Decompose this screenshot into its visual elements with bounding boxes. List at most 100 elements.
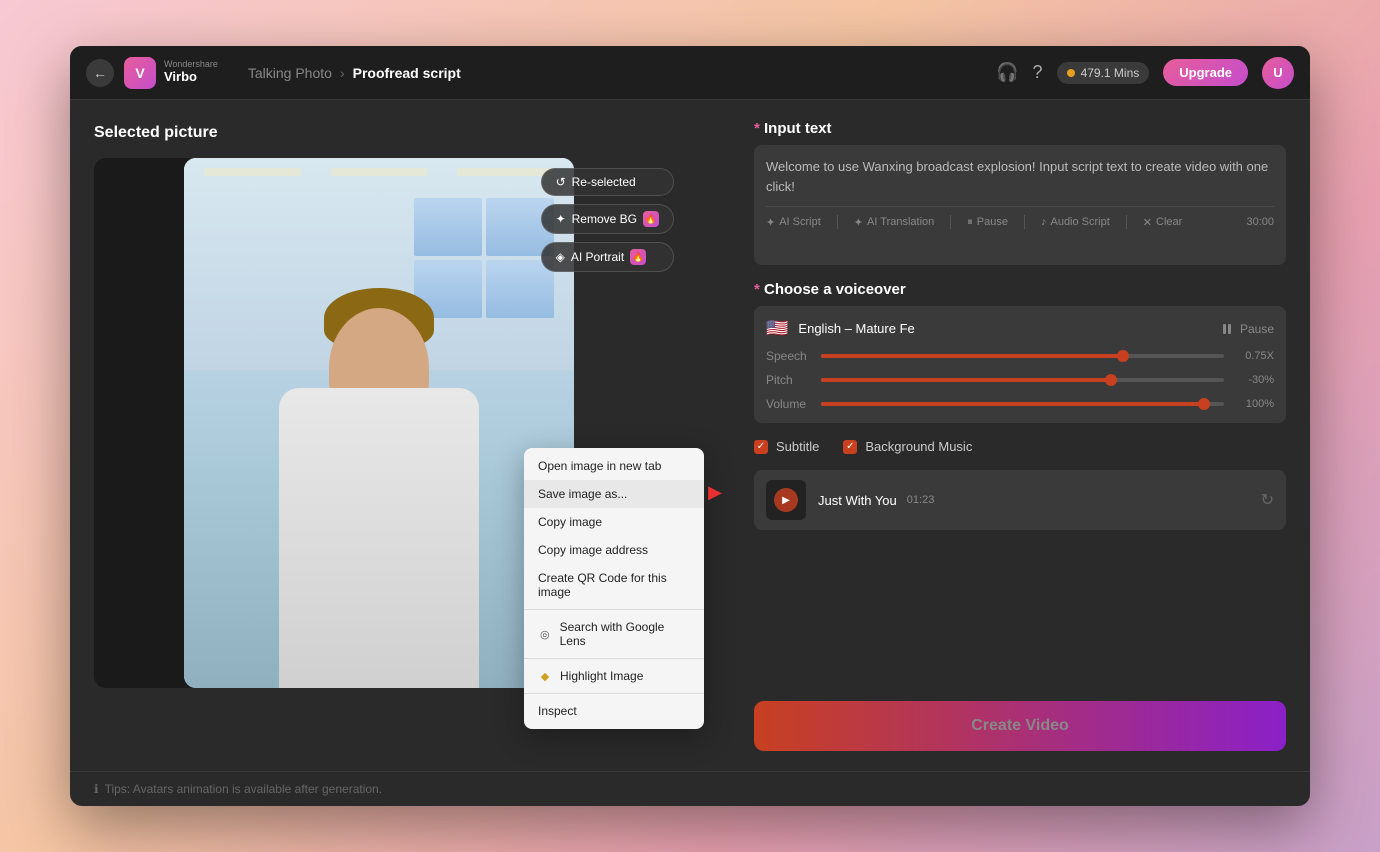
breadcrumb-current: Proofread script [353, 65, 461, 81]
subtitle-row: ✓ Subtitle [754, 439, 819, 454]
context-menu-open-new-tab[interactable]: Open image in new tab [524, 452, 704, 480]
office-photo [184, 158, 574, 688]
bg-music-label: Background Music [865, 439, 972, 454]
music-info: Just With You 01:23 [818, 493, 1249, 508]
light-1 [204, 168, 301, 176]
pause-bars-icon [1219, 321, 1235, 337]
music-thumbnail: ▶ [766, 480, 806, 520]
ai-translation-icon: ✦ [854, 216, 863, 229]
footer-tip-text: Tips: Avatars animation is available aft… [105, 782, 383, 796]
remove-bg-badge: 🔥 [643, 211, 659, 227]
music-play-button[interactable]: ▶ [774, 488, 798, 512]
clear-icon: ✕ [1143, 216, 1152, 229]
clear-label: Clear [1156, 216, 1182, 228]
voice-pause-button[interactable]: Pause [1219, 321, 1274, 337]
context-menu-copy-image[interactable]: Copy image [524, 508, 704, 536]
context-menu-inspect[interactable]: Inspect [524, 697, 704, 725]
music-refresh-icon[interactable]: ↻ [1261, 490, 1274, 510]
context-highlight-label: Highlight Image [560, 669, 643, 683]
speech-thumb[interactable] [1117, 350, 1129, 362]
context-menu-divider-2 [524, 658, 704, 659]
toolbar-ai-translation[interactable]: ✦ AI Translation [854, 216, 934, 229]
volume-slider[interactable] [821, 402, 1224, 406]
pause-label: Pause [1240, 322, 1274, 336]
pitch-slider[interactable] [821, 378, 1224, 382]
context-menu-save-as[interactable]: Save image as... ▶ [524, 480, 704, 508]
create-video-button[interactable]: Create Video [754, 701, 1286, 751]
toolbar-ai-script[interactable]: ✦ AI Script [766, 216, 821, 229]
mins-label: 479.1 Mins [1081, 66, 1140, 80]
speech-slider[interactable] [821, 354, 1224, 358]
voiceover-row: 🇺🇸 English – Mature Fe Pause [766, 318, 1274, 339]
toolbar-clear[interactable]: ✕ Clear [1143, 216, 1183, 229]
upgrade-button[interactable]: Upgrade [1163, 59, 1248, 86]
header-right: 🎧 ? 479.1 Mins Upgrade U [996, 57, 1294, 89]
reselected-button[interactable]: ↺ Re-selected [541, 168, 674, 196]
ai-portrait-icon: ◈ [556, 250, 565, 264]
logo-icon: V [124, 57, 156, 89]
left-panel: Selected picture [70, 100, 730, 771]
headphone-icon[interactable]: 🎧 [996, 62, 1018, 83]
pause-bar-1 [1223, 324, 1226, 334]
volume-slider-row: Volume 100% [766, 397, 1274, 411]
context-lens-label: Search with Google Lens [560, 620, 690, 648]
photo-windows [414, 198, 554, 318]
pitch-label: Pitch [766, 373, 811, 387]
speech-value: 0.75X [1234, 350, 1274, 362]
remove-bg-button[interactable]: ✦ Remove BG 🔥 [541, 204, 674, 234]
volume-fill [821, 402, 1204, 406]
ai-portrait-button[interactable]: ◈ AI Portrait 🔥 [541, 242, 674, 272]
voiceover-section: * Choose a voiceover 🇺🇸 English – Mature… [754, 281, 1286, 423]
person-body [279, 388, 479, 688]
remove-bg-label: Remove BG [572, 212, 637, 226]
audio-script-label: Audio Script [1050, 216, 1109, 228]
toolbar-divider-3 [1024, 215, 1025, 229]
context-save-label: Save image as... [538, 487, 627, 501]
pitch-slider-row: Pitch -30% [766, 373, 1274, 387]
volume-label: Volume [766, 397, 811, 411]
toolbar-audio-script[interactable]: ♪ Audio Script [1041, 216, 1110, 228]
toolbar-pause[interactable]: ⏸ Pause [967, 216, 1008, 229]
bg-music-checkbox[interactable]: ✓ [843, 440, 857, 454]
voiceover-title-text: Choose a voiceover [764, 281, 906, 298]
breadcrumb-parent[interactable]: Talking Photo [248, 65, 332, 81]
music-duration: 01:23 [907, 494, 935, 506]
context-open-label: Open image in new tab [538, 459, 661, 473]
light-3 [457, 168, 554, 176]
pause-toolbar-icon: ⏸ [967, 216, 973, 229]
subtitle-checkbox[interactable]: ✓ [754, 440, 768, 454]
input-text-content: Welcome to use Wanxing broadcast explosi… [766, 157, 1274, 196]
context-menu-google-lens[interactable]: ◎ Search with Google Lens [524, 613, 704, 655]
window-1 [414, 198, 482, 256]
audio-script-icon: ♪ [1041, 216, 1047, 228]
subtitle-label: Subtitle [776, 439, 819, 454]
ai-script-icon: ✦ [766, 216, 775, 229]
context-menu-create-qr[interactable]: Create QR Code for this image [524, 564, 704, 606]
toolbar-divider-1 [837, 215, 838, 229]
help-icon[interactable]: ? [1033, 62, 1043, 83]
app-window: ← V Wondershare Virbo Talking Photo › Pr… [70, 46, 1310, 806]
logo-area: V Wondershare Virbo [124, 57, 218, 89]
volume-value: 100% [1234, 398, 1274, 410]
avatar: U [1262, 57, 1294, 89]
reselected-label: Re-selected [572, 175, 636, 189]
cursor-icon: ▶ [708, 482, 722, 503]
context-menu-copy-address[interactable]: Copy image address [524, 536, 704, 564]
pitch-thumb[interactable] [1105, 374, 1117, 386]
ai-portrait-label: AI Portrait [571, 250, 624, 264]
image-container: ↺ Re-selected ✦ Remove BG 🔥 ◈ AI Portrai… [94, 158, 574, 688]
remove-bg-icon: ✦ [556, 212, 566, 226]
main-content: Selected picture [70, 100, 1310, 771]
back-button[interactable]: ← [86, 59, 114, 87]
header-left: ← V Wondershare Virbo Talking Photo › Pr… [86, 57, 461, 89]
mins-dot-icon [1067, 69, 1075, 77]
voiceover-title: * Choose a voiceover [754, 281, 1286, 298]
ai-translation-label: AI Translation [867, 216, 934, 228]
context-menu-highlight[interactable]: ◆ Highlight Image [524, 662, 704, 690]
pause-toolbar-label: Pause [977, 216, 1008, 228]
pitch-fill [821, 378, 1111, 382]
speech-slider-row: Speech 0.75X [766, 349, 1274, 363]
photo-main [184, 158, 574, 688]
volume-thumb[interactable] [1198, 398, 1210, 410]
input-text-box[interactable]: Welcome to use Wanxing broadcast explosi… [754, 145, 1286, 265]
